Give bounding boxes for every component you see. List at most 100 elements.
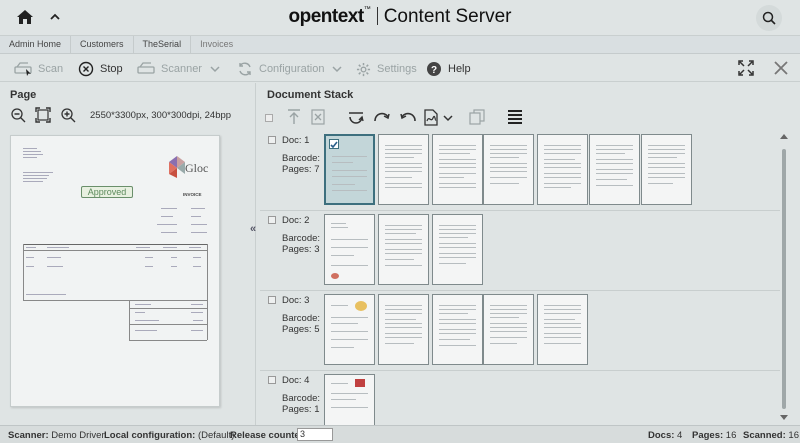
toolbar: Scan Stop Scanner Configuration Settings [0, 55, 800, 82]
page-thumbnail[interactable] [324, 134, 375, 205]
document-barcode: Barcode: [282, 393, 321, 404]
scrollbar-thumb[interactable] [782, 149, 786, 409]
document-name: Doc: 4 [282, 375, 310, 386]
close-icon[interactable] [773, 60, 789, 76]
scanner-dropdown[interactable]: Scanner [137, 60, 220, 78]
help-button[interactable]: ? Help [426, 60, 471, 78]
page-info: 2550*3300px, 300*300dpi, 24bpp [90, 110, 232, 121]
page-thumbnail[interactable] [537, 134, 588, 205]
document-row-4[interactable]: Doc: 4 Barcode: Pages: 1 [260, 371, 780, 425]
configuration-label: Configuration [259, 63, 325, 75]
document-row-2[interactable]: Doc: 2 Barcode: Pages: 3 [260, 211, 780, 291]
page-thumbnail[interactable] [589, 134, 640, 205]
scroll-up-icon[interactable] [780, 133, 788, 139]
page-preview: Gloc Approved INVOICE [10, 135, 220, 407]
document-pages: Pages: 5 [282, 324, 320, 335]
search-icon [762, 11, 776, 25]
status-release-counter-label: Release counter: [230, 430, 307, 441]
brand-name: opentext [288, 6, 365, 27]
zoom-out-icon[interactable] [10, 107, 26, 123]
product-name: Content Server [383, 6, 512, 27]
document-pages: Pages: 3 [282, 244, 320, 255]
document-stack-panel: Document Stack Doc: 1 Barcode: Pages: 7 … [257, 83, 800, 425]
page-panel: Page 2550*3300px, 300*300dpi, 24bpp Gloc… [0, 83, 256, 425]
gear-icon [356, 62, 371, 76]
chevron-down-icon[interactable] [443, 114, 453, 122]
breadcrumb-admin-home[interactable]: Admin Home [0, 36, 72, 54]
document-stack-title: Document Stack [267, 89, 354, 101]
copy-pages-icon[interactable] [469, 109, 485, 125]
breadcrumb-invoices[interactable]: Invoices [191, 36, 242, 54]
document-list: Doc: 1 Barcode: Pages: 7 Doc: 2 Barcode:… [260, 131, 780, 425]
status-scanner: Scanner: Demo Driver [8, 430, 105, 441]
page-thumbnail[interactable] [324, 294, 375, 365]
stop-button[interactable]: Stop [78, 60, 123, 78]
page-thumbnail[interactable] [378, 294, 429, 365]
document-stack-scrollbar[interactable] [780, 131, 788, 425]
page-thumbnail[interactable] [641, 134, 692, 205]
scan-button[interactable]: Scan [14, 60, 63, 78]
document-name: Doc: 2 [282, 215, 310, 226]
status-docs: Docs: 4 [648, 430, 683, 441]
scanner-device-icon [137, 62, 155, 74]
page-thumbnail[interactable] [378, 214, 429, 285]
page-thumbnail[interactable] [432, 134, 483, 205]
document-name: Doc: 1 [282, 135, 310, 146]
sign-document-icon[interactable] [423, 109, 439, 126]
status-pages: Pages: 16 [692, 430, 737, 441]
document-row-1[interactable]: Doc: 1 Barcode: Pages: 7 [260, 131, 780, 211]
document-name: Doc: 3 [282, 295, 310, 306]
stop-icon [78, 61, 94, 77]
page-panel-title: Page [10, 89, 37, 101]
page-thumbnail[interactable] [432, 214, 483, 285]
fullscreen-icon[interactable] [738, 60, 754, 76]
menu-icon[interactable] [507, 109, 523, 125]
document-checkbox[interactable] [268, 376, 276, 384]
stack-toolbar [257, 105, 800, 129]
fit-page-icon[interactable] [35, 107, 51, 123]
zoom-in-icon[interactable] [60, 107, 76, 123]
search-button[interactable] [756, 5, 782, 31]
page-thumbnail[interactable] [378, 134, 429, 205]
select-all-checkbox[interactable] [265, 114, 273, 122]
svg-text:?: ? [431, 65, 437, 76]
page-thumbnail[interactable] [324, 214, 375, 285]
settings-button[interactable]: Settings [356, 60, 417, 78]
invoice-heading: INVOICE [183, 192, 202, 197]
settings-label: Settings [377, 63, 417, 75]
document-pages: Pages: 1 [282, 404, 320, 415]
page-thumbnail[interactable] [537, 294, 588, 365]
stop-label: Stop [100, 63, 123, 75]
page-thumbnail[interactable] [324, 374, 375, 425]
configuration-dropdown[interactable]: Configuration [237, 60, 342, 78]
collapse-panel-icon[interactable]: « [250, 223, 256, 235]
document-barcode: Barcode: [282, 233, 321, 244]
company-logo-text: Gloc [185, 161, 209, 175]
breadcrumb-theserial[interactable]: TheSerial [134, 36, 192, 54]
document-checkbox[interactable] [268, 216, 276, 224]
status-local-config: Local configuration: (Default) [104, 430, 235, 441]
breadcrumb: Admin Home Customers TheSerial Invoices [0, 36, 800, 54]
breadcrumb-customers[interactable]: Customers [71, 36, 134, 54]
scroll-down-icon[interactable] [780, 415, 788, 421]
page-thumbnail[interactable] [483, 134, 534, 205]
rotate-left-icon[interactable] [399, 109, 417, 125]
page-thumbnail[interactable] [432, 294, 483, 365]
scanner-label: Scanner [161, 63, 202, 75]
delete-page-icon[interactable] [311, 109, 325, 125]
page-thumbnail[interactable] [483, 294, 534, 365]
brand-title: opentext™ Content Server [0, 6, 800, 28]
document-row-3[interactable]: Doc: 3 Barcode: Pages: 5 [260, 291, 780, 371]
rotate-right-icon[interactable] [373, 109, 391, 125]
app-header: opentext™ Content Server [0, 0, 800, 36]
scanner-value: Demo Driver [51, 430, 105, 441]
document-barcode: Barcode: [282, 313, 321, 324]
release-counter-input[interactable]: 3 [297, 428, 333, 441]
company-logo-icon [169, 156, 185, 178]
rotate-180-icon[interactable] [347, 109, 365, 125]
move-up-icon[interactable] [287, 109, 301, 125]
document-checkbox[interactable] [268, 296, 276, 304]
document-checkbox[interactable] [268, 136, 276, 144]
status-bar: Scanner: Demo Driver Local configuration… [0, 425, 800, 443]
help-label: Help [448, 63, 471, 75]
